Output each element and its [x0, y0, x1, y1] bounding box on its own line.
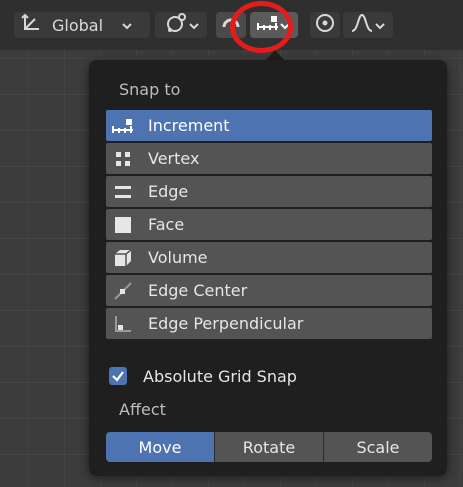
snap-to-list: Increment Vertex Edge Face Volume Edge C… — [106, 110, 432, 341]
snap-item-edge-perpendicular[interactable]: Edge Perpendicular — [106, 308, 432, 339]
snap-item-label: Volume — [148, 248, 208, 267]
affect-move-button[interactable]: Move — [106, 432, 215, 462]
header-toolbar: Global — [0, 0, 463, 53]
popover-pointer — [266, 50, 284, 60]
circle-dot-icon — [315, 13, 335, 37]
snapping-popover: Snap to Increment Vertex Edge Face Volum… — [89, 60, 447, 476]
affect-heading: Affect — [119, 400, 166, 419]
absolute-grid-snap-checkbox[interactable] — [109, 367, 127, 385]
transform-orientation-dropdown[interactable]: Global — [14, 12, 150, 38]
edge-perpendicular-icon — [112, 313, 134, 335]
link-icon — [162, 12, 188, 38]
snap-item-label: Edge Perpendicular — [148, 314, 304, 333]
chevron-down-icon — [121, 16, 133, 35]
edge-icon — [112, 181, 134, 203]
affect-scale-button[interactable]: Scale — [324, 432, 432, 462]
snap-item-increment[interactable]: Increment — [106, 110, 432, 141]
falloff-curve-icon — [350, 13, 374, 37]
snap-item-label: Increment — [148, 116, 230, 135]
edge-center-icon — [112, 280, 134, 302]
snap-item-label: Edge Center — [148, 281, 248, 300]
affect-segmented-control: Move Rotate Scale — [106, 432, 432, 462]
chevron-down-icon — [374, 16, 386, 35]
orientation-label: Global — [52, 15, 104, 35]
increment-icon — [112, 115, 134, 137]
proportional-falloff-dropdown[interactable] — [343, 12, 393, 38]
proportional-editing-toggle[interactable] — [310, 12, 340, 38]
snap-item-edge[interactable]: Edge — [106, 176, 432, 207]
affect-rotate-button[interactable]: Rotate — [215, 432, 324, 462]
pivot-point-dropdown[interactable] — [155, 12, 207, 38]
vertex-icon — [112, 148, 134, 170]
chevron-down-icon — [188, 16, 200, 35]
absolute-grid-snap-row[interactable]: Absolute Grid Snap — [109, 365, 297, 387]
volume-icon — [112, 247, 134, 269]
highlight-circle-annotation — [230, 1, 293, 53]
face-icon — [112, 214, 134, 236]
snap-item-label: Edge — [148, 182, 189, 201]
snap-item-volume[interactable]: Volume — [106, 242, 432, 273]
snap-item-label: Face — [148, 215, 185, 234]
checkmark-icon — [112, 371, 124, 382]
snap-item-vertex[interactable]: Vertex — [106, 143, 432, 174]
snap-item-edge-center[interactable]: Edge Center — [106, 275, 432, 306]
snap-to-heading: Snap to — [119, 80, 181, 99]
snap-item-face[interactable]: Face — [106, 209, 432, 240]
snap-item-label: Vertex — [148, 149, 200, 168]
absolute-grid-snap-label: Absolute Grid Snap — [143, 366, 297, 386]
orientation-axes-icon — [20, 12, 42, 38]
